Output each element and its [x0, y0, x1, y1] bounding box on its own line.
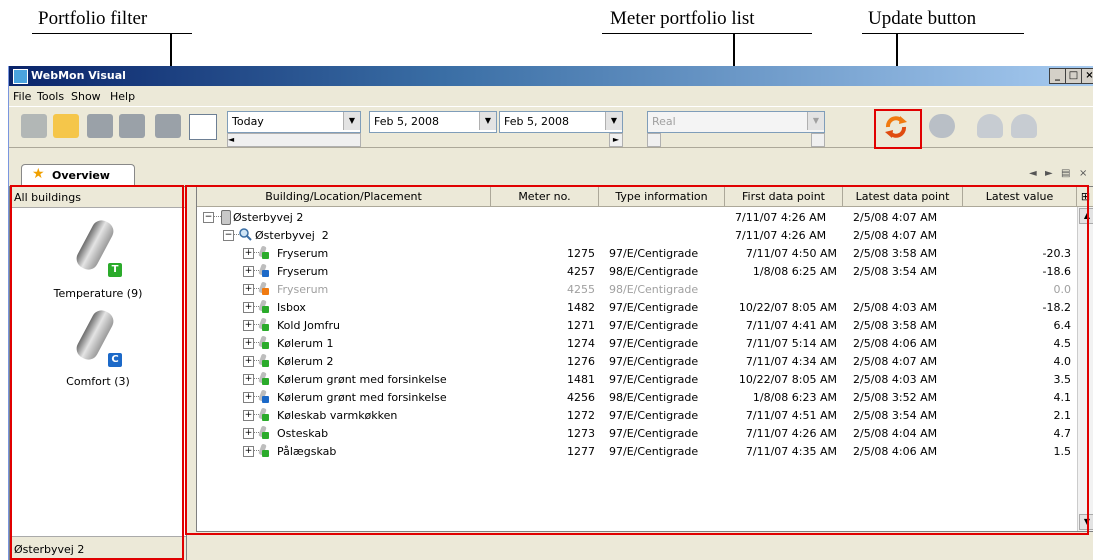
- annotation-underline: [602, 33, 812, 34]
- menu-bar: File Tools Show Help: [9, 87, 1093, 105]
- tab-menu-icon[interactable]: ▤: [1061, 168, 1070, 179]
- annotation-underline: [862, 33, 1024, 34]
- period-select[interactable]: Today ▼: [227, 111, 361, 133]
- annotation-underline: [32, 33, 192, 34]
- maximize-button[interactable]: □: [1065, 68, 1082, 84]
- window-title: WebMon Visual: [31, 69, 126, 82]
- value-type-scrollbar-end[interactable]: [811, 133, 825, 147]
- update-button[interactable]: [874, 109, 922, 149]
- close-button[interactable]: ×: [1081, 68, 1093, 84]
- portfolio-filter-highlight: [10, 185, 184, 560]
- tab-bar: ★ Overview ◄ ► ▤ ×: [9, 163, 1093, 185]
- tab-overview[interactable]: ★ Overview: [21, 164, 135, 185]
- menu-help[interactable]: Help: [110, 90, 135, 103]
- save-all-icon[interactable]: [119, 114, 145, 138]
- annotation-meter-portfolio-list: Meter portfolio list: [610, 8, 755, 29]
- from-date-picker[interactable]: Feb 5, 2008 ▼: [369, 111, 497, 133]
- save-icon[interactable]: [87, 114, 113, 138]
- export-icon[interactable]: [189, 114, 217, 140]
- period-scrollbar[interactable]: ◄: [227, 133, 361, 147]
- period-value: Today: [232, 115, 264, 128]
- value-type-value: Real: [652, 115, 676, 128]
- to-date-value: Feb 5, 2008: [504, 115, 569, 128]
- tab-overview-label: Overview: [52, 169, 110, 182]
- menu-file[interactable]: File: [13, 90, 31, 103]
- meter-list-highlight: [185, 185, 1089, 535]
- annotation-portfolio-filter: Portfolio filter: [38, 8, 148, 29]
- settings-icon[interactable]: [929, 114, 955, 138]
- menu-show[interactable]: Show: [71, 90, 101, 103]
- from-date-value: Feb 5, 2008: [374, 115, 439, 128]
- chevron-down-icon[interactable]: ▼: [343, 112, 360, 130]
- tab-next-icon[interactable]: ►: [1045, 168, 1053, 179]
- value-type-select[interactable]: Real ▼: [647, 111, 825, 133]
- toolbar: Today ▼ ◄ Feb 5, 2008 ▼ Feb 5, 2008 ▼ ► …: [9, 106, 1093, 149]
- user-icon[interactable]: [977, 114, 1003, 138]
- menu-tools[interactable]: Tools: [37, 90, 64, 103]
- value-type-scrollbar[interactable]: [647, 133, 661, 147]
- title-bar: WebMon Visual _ □ ×: [9, 66, 1093, 86]
- chevron-down-icon[interactable]: ▼: [807, 112, 824, 130]
- annotation-update-button: Update button: [868, 8, 977, 29]
- app-icon: [13, 69, 28, 84]
- chevron-down-icon[interactable]: ▼: [479, 112, 496, 130]
- print-icon[interactable]: [155, 114, 181, 138]
- star-icon: ★: [32, 166, 45, 182]
- user-search-icon[interactable]: [1011, 114, 1037, 138]
- chevron-down-icon[interactable]: ▼: [605, 112, 622, 130]
- refresh-icon: [885, 116, 907, 138]
- tab-prev-icon[interactable]: ◄: [1029, 168, 1037, 179]
- open-folder-icon[interactable]: [53, 114, 79, 138]
- to-date-picker[interactable]: Feb 5, 2008 ▼: [499, 111, 623, 133]
- date-scrollbar[interactable]: ►: [609, 133, 623, 147]
- minimize-button[interactable]: _: [1049, 68, 1066, 84]
- tab-close-icon[interactable]: ×: [1079, 168, 1087, 179]
- new-building-icon[interactable]: [21, 114, 47, 138]
